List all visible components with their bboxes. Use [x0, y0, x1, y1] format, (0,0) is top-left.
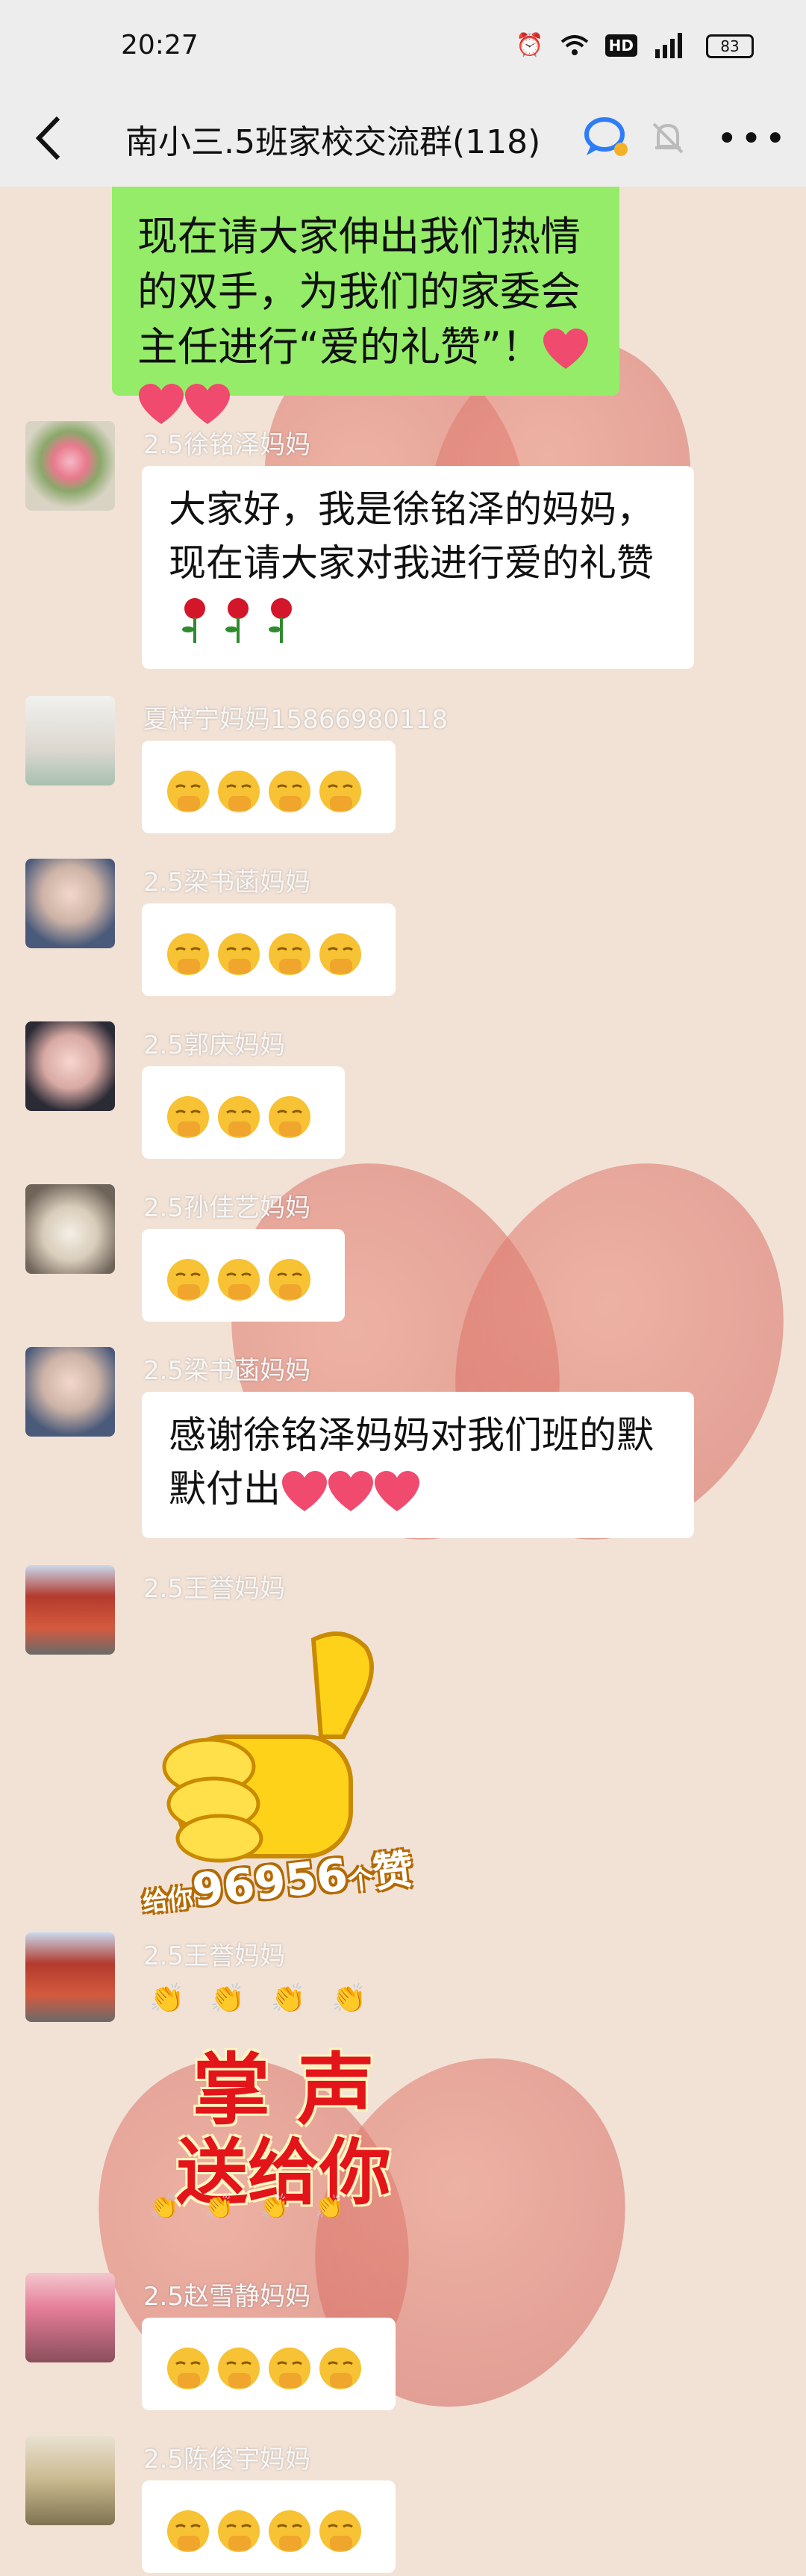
- sender-name: 2.5王誉妈妈: [143, 1941, 286, 1971]
- hush-emoji-icon: [218, 1095, 260, 1138]
- hush-emoji-icon: [167, 1258, 209, 1301]
- sticker-text: 个: [346, 1864, 375, 1897]
- hush-emoji-icon: [218, 770, 260, 812]
- hd-badge: HD: [604, 34, 637, 57]
- sticker-text: 给你: [141, 1882, 196, 1918]
- message-text: 现在请大家伸出我们热情的双手，为我们的家委会主任进行“爱的礼赞”！: [137, 213, 581, 370]
- hush-emoji-icon: [167, 770, 209, 812]
- chat-header: 南小三.5班家校交流群(118) •••: [0, 90, 806, 187]
- message-text: 大家好，我是徐铭泽的妈妈，现在请大家对我进行爱的礼赞: [169, 488, 654, 585]
- hush-emoji-icon: [218, 1258, 260, 1301]
- message-bubble[interactable]: [142, 903, 396, 996]
- hush-emoji-icon: [269, 2347, 310, 2389]
- red-heart-icon: [375, 1470, 419, 1511]
- avatar[interactable]: [25, 2436, 115, 2525]
- clap-icons: 👏👏👏👏: [149, 2192, 370, 2221]
- signal-icon: [655, 33, 682, 58]
- message-bubble[interactable]: 现在请大家伸出我们热情的双手，为我们的家委会主任进行“爱的礼赞”！: [112, 187, 619, 425]
- hush-emoji-icon: [269, 933, 310, 975]
- sender-name: 2.5徐铭泽妈妈: [143, 430, 311, 460]
- sticker-text: 赞: [370, 1845, 416, 1897]
- wifi-icon: [560, 35, 588, 55]
- message-bubble[interactable]: 感谢徐铭泽妈妈对我们班的默默付出: [142, 1392, 694, 1538]
- chat-title[interactable]: 南小三.5班家校交流群(118): [125, 115, 540, 163]
- hush-emoji-icon: [167, 2347, 209, 2389]
- rose-icon: [182, 597, 205, 643]
- avatar[interactable]: [25, 1932, 115, 2022]
- clap-icons: 👏👏👏👏: [149, 1982, 393, 2015]
- red-heart-icon: [543, 329, 588, 370]
- group-badge-icon[interactable]: [584, 116, 631, 158]
- sender-name: 2.5孙佳艺妈妈: [143, 1193, 311, 1223]
- avatar[interactable]: [25, 696, 115, 785]
- hush-emoji-icon: [319, 2510, 361, 2552]
- red-heart-icon: [328, 1470, 373, 1511]
- back-icon[interactable]: [27, 112, 72, 164]
- red-heart-icon: [139, 384, 184, 425]
- hush-emoji-icon: [319, 2347, 361, 2389]
- hush-emoji-icon: [319, 770, 361, 812]
- sender-name: 2.5梁书菡妈妈: [143, 868, 311, 897]
- rose-icon: [225, 597, 249, 643]
- hush-emoji-icon: [218, 2510, 260, 2552]
- red-heart-icon: [282, 1470, 327, 1511]
- avatar[interactable]: [25, 1565, 115, 1655]
- message-bubble[interactable]: [142, 741, 396, 833]
- hush-emoji-icon: [167, 1095, 209, 1138]
- avatar[interactable]: [25, 2273, 115, 2362]
- sender-name: 2.5王誉妈妈: [143, 1574, 286, 1604]
- hush-emoji-icon: [167, 2510, 209, 2552]
- message-bubble[interactable]: [142, 2318, 396, 2410]
- status-icons: ⏰ HD: [516, 33, 687, 58]
- thumbs-up-sticker[interactable]: 给你96956个赞: [141, 1625, 440, 1953]
- rose-icon: [269, 597, 292, 643]
- hush-emoji-icon: [269, 770, 310, 812]
- alarm-icon: ⏰: [516, 32, 544, 58]
- message-bubble[interactable]: 大家好，我是徐铭泽的妈妈，现在请大家对我进行爱的礼赞: [142, 466, 694, 669]
- more-icon[interactable]: •••: [716, 121, 789, 157]
- red-heart-icon: [185, 384, 230, 425]
- sender-name: 2.5梁书菡妈妈: [143, 1356, 311, 1386]
- sticker-number: 96956: [190, 1849, 351, 1917]
- hush-emoji-icon: [167, 933, 209, 975]
- sender-name: 2.5赵雪静妈妈: [143, 2282, 311, 2312]
- avatar[interactable]: [25, 1347, 115, 1437]
- status-bar: 20:27 ⏰ HD 83: [0, 0, 806, 90]
- avatar[interactable]: [25, 421, 115, 511]
- battery-icon: 83: [706, 34, 754, 58]
- message-bubble[interactable]: [142, 1229, 345, 1322]
- sender-name: 2.5陈俊宇妈妈: [143, 2445, 311, 2474]
- avatar[interactable]: [25, 859, 115, 948]
- message-bubble[interactable]: [142, 1066, 345, 1159]
- applause-sticker[interactable]: 👏👏👏👏 掌 声 送给你 👏👏👏👏: [142, 1982, 425, 2221]
- status-time: 20:27: [121, 30, 199, 60]
- sender-name: 2.5郭庆妈妈: [143, 1030, 286, 1060]
- thumbs-up-icon: [162, 1631, 374, 1863]
- avatar[interactable]: [25, 1021, 115, 1111]
- message-bubble[interactable]: [142, 2480, 396, 2573]
- mute-bell-icon[interactable]: [649, 119, 687, 157]
- chat-screen: 20:27 ⏰ HD 83 南小三.5班家校交流群(118) ••• 现在请大家…: [0, 0, 806, 2576]
- hush-emoji-icon: [269, 1258, 310, 1301]
- avatar[interactable]: [25, 1184, 115, 1274]
- hush-emoji-icon: [319, 933, 361, 975]
- hush-emoji-icon: [269, 2510, 310, 2552]
- hush-emoji-icon: [269, 1095, 310, 1138]
- sender-name: 夏梓宁妈妈15866980118: [143, 705, 448, 735]
- hush-emoji-icon: [218, 2347, 260, 2389]
- hush-emoji-icon: [218, 933, 260, 975]
